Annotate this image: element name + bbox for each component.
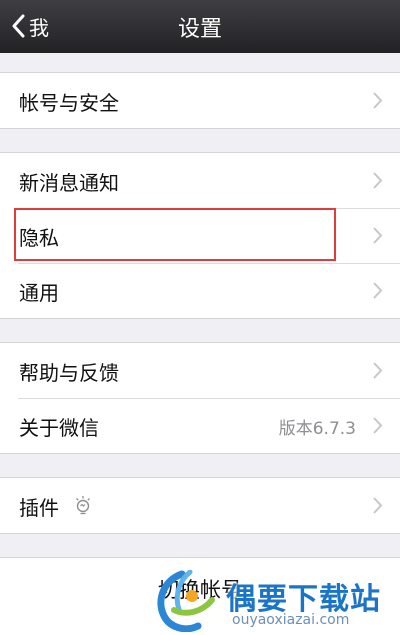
settings-group-account: 帐号与安全 — [0, 72, 400, 129]
settings-item-label: 隐私 — [19, 226, 59, 250]
version-text: 版本6.7.3 — [278, 419, 356, 439]
settings-group-plugins: 插件 — [0, 477, 400, 534]
chevron-right-icon — [373, 172, 383, 189]
watermark-url: ouyaoxiazai.com — [232, 612, 350, 628]
page-title: 设置 — [177, 17, 222, 42]
settings-group-general: 新消息通知 隐私 通用 — [0, 152, 400, 319]
settings-item-label: 帐号与安全 — [19, 91, 119, 115]
settings-item-privacy[interactable]: 隐私 — [0, 208, 400, 263]
settings-item-plugins[interactable]: 插件 — [0, 478, 400, 533]
chevron-right-icon — [373, 282, 383, 299]
settings-item-label: 新消息通知 — [19, 171, 119, 195]
chevron-right-icon — [373, 362, 383, 379]
chevron-right-icon — [373, 497, 383, 514]
chevron-right-icon — [373, 227, 383, 244]
settings-item-notifications[interactable]: 新消息通知 — [0, 153, 400, 208]
watermark-logo — [157, 570, 215, 632]
settings-item-help-feedback[interactable]: 帮助与反馈 — [0, 343, 400, 398]
navigation-bar: 我 设置 — [0, 0, 400, 53]
settings-item-label: 通用 — [19, 281, 59, 305]
settings-item-label: 关于微信 — [19, 416, 99, 440]
settings-item-account-security[interactable]: 帐号与安全 — [0, 73, 400, 128]
lightbulb-icon — [76, 496, 90, 515]
settings-item-label: 帮助与反馈 — [19, 361, 119, 385]
settings-item-label: 插件 — [19, 496, 59, 520]
settings-item-general[interactable]: 通用 — [0, 263, 400, 318]
chevron-right-icon — [373, 92, 383, 109]
settings-item-about[interactable]: 关于微信 版本6.7.3 — [0, 398, 400, 453]
chevron-right-icon — [373, 417, 383, 434]
settings-group-help: 帮助与反馈 关于微信 版本6.7.3 — [0, 342, 400, 454]
